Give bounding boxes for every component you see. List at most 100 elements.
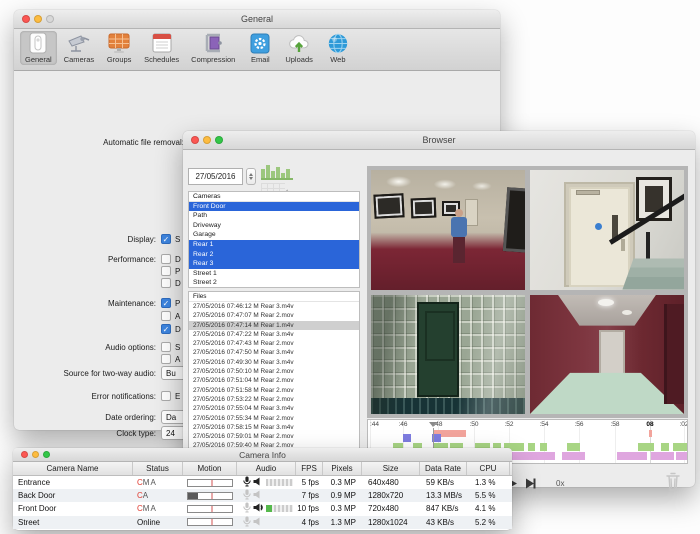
column-header-fps[interactable]: FPS <box>296 462 323 475</box>
checkbox[interactable] <box>161 391 171 401</box>
checkbox[interactable]: ✓ <box>161 298 171 308</box>
date-field[interactable]: 27/05/2016 <box>188 168 243 185</box>
toolbar-item-general[interactable]: General <box>20 31 57 65</box>
zoom-button[interactable] <box>43 451 50 458</box>
timeline-tick-label: :52 <box>504 421 513 428</box>
column-header-motion[interactable]: Motion <box>183 462 237 475</box>
checkbox[interactable] <box>161 342 171 352</box>
camera-view-door[interactable] <box>530 170 684 290</box>
speaker-icon <box>253 477 264 488</box>
settings-label: Date ordering: <box>14 413 156 422</box>
camera-list-item[interactable]: Rear 1 <box>189 240 359 250</box>
toolbar-item-groups[interactable]: Groups <box>101 31 137 65</box>
file-list-item[interactable]: 27/05/2016 07:46:12 M Rear 3.m4v <box>189 302 359 311</box>
file-list-item[interactable]: 27/05/2016 07:47:14 M Rear 1.m4v <box>189 321 359 330</box>
file-list-item[interactable]: 27/05/2016 07:51:04 M Rear 2.mov <box>189 376 359 385</box>
camera-list-item[interactable]: Garage <box>189 230 359 240</box>
camera-list-item[interactable]: Street 1 <box>189 269 359 279</box>
window-title: Browser <box>183 135 695 145</box>
cpu-cell: 1.3 % <box>467 478 510 487</box>
file-list-item[interactable]: 27/05/2016 07:53:22 M Rear 2.mov <box>189 395 359 404</box>
toolbar-item-label: Groups <box>106 55 132 64</box>
column-header-data-rate[interactable]: Data Rate <box>420 462 467 475</box>
camera-view-maroon-hall[interactable] <box>530 295 684 415</box>
close-button[interactable] <box>21 451 28 458</box>
checkbox[interactable] <box>161 266 171 276</box>
timeline-tick-label: :50 <box>469 421 478 428</box>
column-header-audio[interactable]: Audio <box>237 462 296 475</box>
timeline-segment-red <box>649 430 652 437</box>
column-header-status[interactable]: Status <box>133 462 183 475</box>
activity-graph-icon[interactable] <box>261 164 293 180</box>
file-list-item[interactable]: 27/05/2016 07:47:43 M Rear 2.mov <box>189 339 359 348</box>
checkbox[interactable] <box>161 278 171 288</box>
camera-row-front-door[interactable]: Front DoorCMA10 fps0.3 MP720x480847 KB/s… <box>13 502 512 515</box>
timeline-tick-label: :54 <box>539 421 548 428</box>
toolbar-item-label: Email <box>247 55 273 64</box>
checkbox[interactable]: ✓ <box>161 234 171 244</box>
camera-list-item[interactable]: Path <box>189 211 359 221</box>
camera-name-cell: Back Door <box>13 491 133 500</box>
motion-cell <box>183 518 237 526</box>
toolbar-item-email[interactable]: Email <box>242 31 278 65</box>
settings-text: P <box>175 267 180 276</box>
checkbox[interactable] <box>161 254 171 264</box>
file-list-item[interactable]: 27/05/2016 07:51:58 M Rear 2.mov <box>189 386 359 395</box>
file-list-item[interactable]: 27/05/2016 07:47:50 M Rear 3.m4v <box>189 348 359 357</box>
file-list: Files27/05/2016 07:46:12 M Rear 3.m4v27/… <box>188 291 360 470</box>
camera-list-item[interactable]: Driveway <box>189 221 359 231</box>
settings-row: Display:✓S <box>14 232 180 246</box>
file-list-item[interactable]: 27/05/2016 07:50:10 M Rear 2.mov <box>189 367 359 376</box>
file-list-item[interactable]: 27/05/2016 07:55:04 M Rear 3.m4v <box>189 404 359 413</box>
camera-row-entrance[interactable]: EntranceCMA5 fps0.3 MP640x48059 KB/s1.3 … <box>13 476 512 489</box>
checkbox[interactable] <box>161 311 171 321</box>
camera-view-frames-hall[interactable] <box>371 295 525 415</box>
zoom-button[interactable] <box>46 15 54 23</box>
fps-cell: 4 fps <box>296 518 323 527</box>
camera-list-item[interactable]: Street 2 <box>189 278 359 288</box>
column-header-camera-name[interactable]: Camera Name <box>13 462 133 475</box>
step-forward-button[interactable] <box>524 478 537 489</box>
file-list-item[interactable]: 27/05/2016 07:55:34 M Rear 2.mov <box>189 414 359 423</box>
gear-icon <box>247 32 273 55</box>
column-header-cpu[interactable]: CPU <box>467 462 510 475</box>
file-list-item[interactable]: 27/05/2016 07:58:15 M Rear 3.m4v <box>189 423 359 432</box>
camera-view-corridor[interactable] <box>371 170 525 290</box>
camera-row-street[interactable]: StreetOnline4 fps1.3 MP1280x102443 KB/s5… <box>13 516 512 529</box>
toolbar-item-label: Compression <box>191 55 235 64</box>
close-button[interactable] <box>22 15 30 23</box>
checkbox[interactable]: ✓ <box>161 324 171 334</box>
trash-icon[interactable] <box>665 472 681 492</box>
motion-level-bar <box>187 492 233 500</box>
checkbox[interactable] <box>161 354 171 364</box>
toolbar-item-compression[interactable]: Compression <box>186 31 240 65</box>
file-list-item[interactable]: 27/05/2016 07:49:30 M Rear 3.m4v <box>189 358 359 367</box>
column-header-size[interactable]: Size <box>362 462 420 475</box>
pixels-cell: 1.3 MP <box>323 518 362 527</box>
date-stepper[interactable] <box>246 168 256 185</box>
camera-list-item[interactable]: Rear 3 <box>189 259 359 269</box>
file-list-item[interactable]: 27/05/2016 07:47:22 M Rear 3.m4v <box>189 330 359 339</box>
file-list-item[interactable]: 27/05/2016 07:47:07 M Rear 2.mov <box>189 311 359 320</box>
pixels-cell: 0.3 MP <box>323 504 362 513</box>
toolbar-item-cameras[interactable]: Cameras <box>59 31 99 65</box>
toolbar-item-label: Cameras <box>64 55 94 64</box>
cpu-cell: 4.1 % <box>467 504 510 513</box>
minimize-button[interactable] <box>32 451 39 458</box>
camera-row-back-door[interactable]: Back DoorCA7 fps0.9 MP1280x72013.3 MB/s5… <box>13 489 512 502</box>
minimize-button[interactable] <box>203 136 211 144</box>
settings-row: ✓D <box>14 322 181 336</box>
file-list-item[interactable]: 27/05/2016 07:59:01 M Rear 2.mov <box>189 432 359 441</box>
toolbar-item-uploads[interactable]: Uploads <box>280 31 318 65</box>
playhead-icon[interactable] <box>429 422 437 427</box>
camera-list-item[interactable]: Rear 2 <box>189 250 359 260</box>
toolbar-item-schedules[interactable]: Schedules <box>139 31 184 65</box>
rate-cell: 59 KB/s <box>420 478 467 487</box>
desktop: General GeneralCamerasGroupsSchedulesCom… <box>0 0 700 534</box>
close-button[interactable] <box>191 136 199 144</box>
zoom-button[interactable] <box>215 136 223 144</box>
camera-list-item[interactable]: Front Door <box>189 202 359 212</box>
minimize-button[interactable] <box>34 15 42 23</box>
toolbar-item-web[interactable]: Web <box>320 31 356 65</box>
column-header-pixels[interactable]: Pixels <box>323 462 362 475</box>
